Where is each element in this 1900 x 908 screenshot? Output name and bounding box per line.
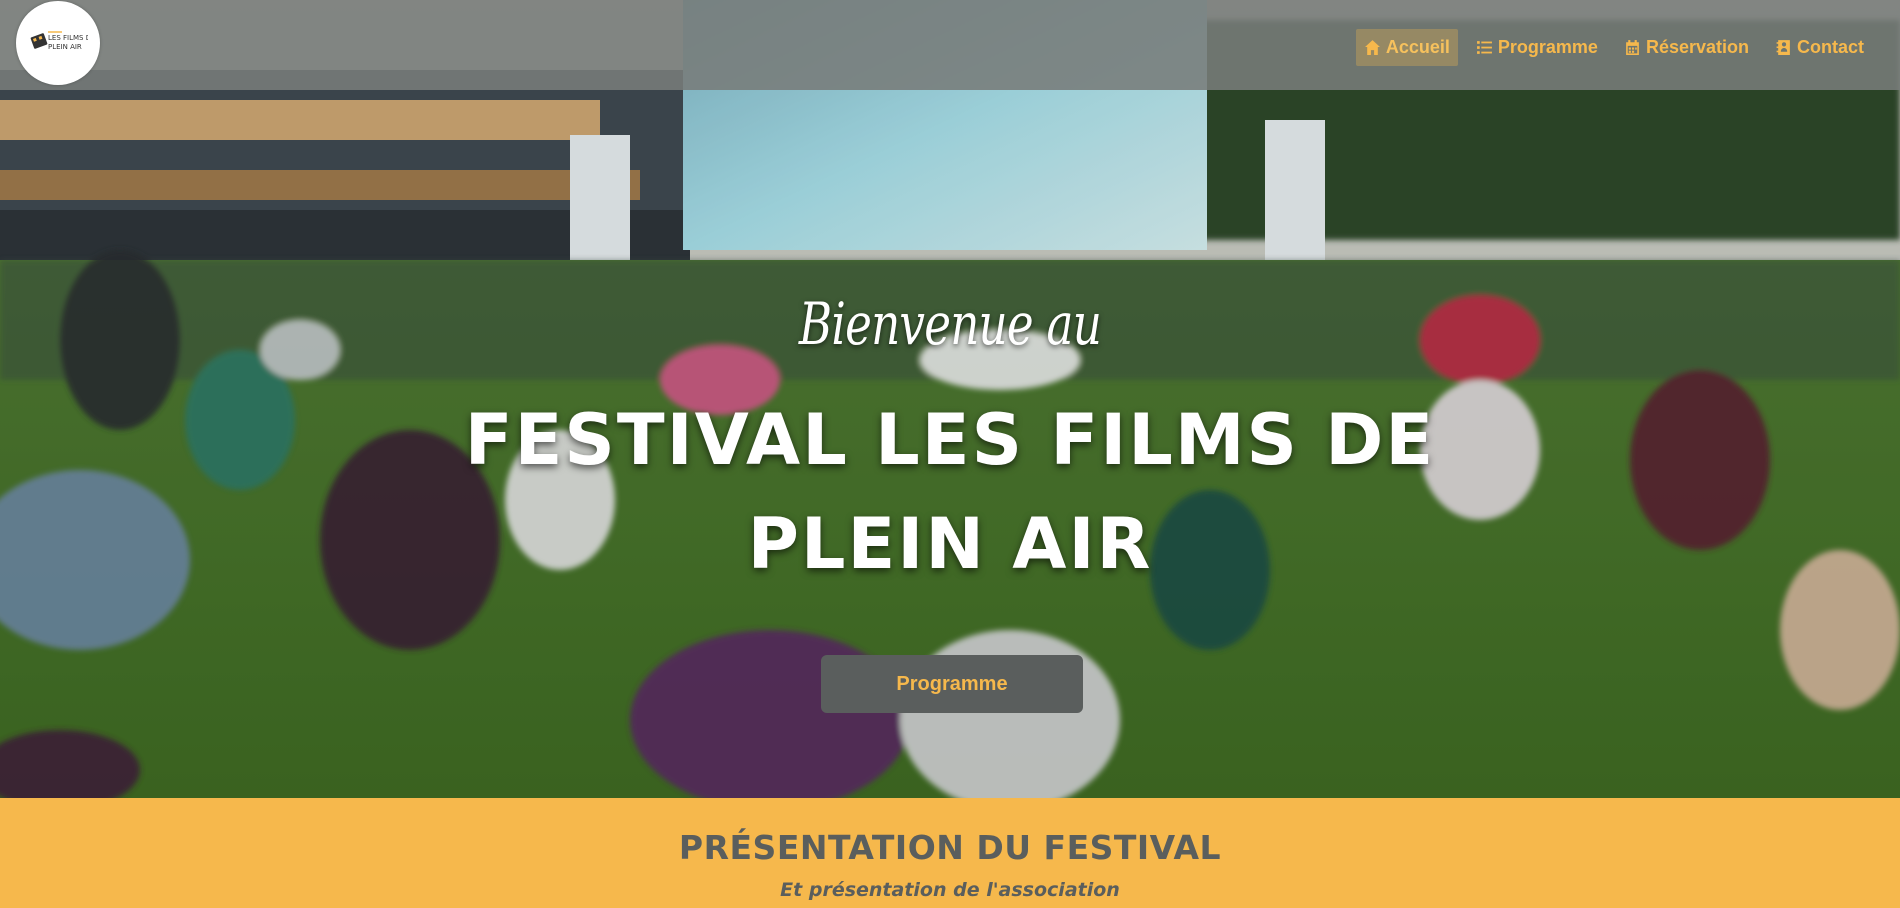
nav-item-contact[interactable]: Contact xyxy=(1767,29,1872,66)
nav-item-label: Programme xyxy=(1497,37,1598,57)
nav-item-reservation[interactable]: Réservation xyxy=(1616,29,1757,66)
home-icon xyxy=(1364,40,1380,55)
presentation-subtitle: Et présentation de l'association xyxy=(780,879,1120,901)
programme-button[interactable]: Programme xyxy=(821,655,1083,713)
presentation-section: PRÉSENTATION DU FESTIVAL Et présentation… xyxy=(0,798,1900,908)
list-icon xyxy=(1476,41,1492,54)
hero-title: FESTIVAL LES FILMS DE PLEIN AIR xyxy=(464,399,1436,585)
hero-section: LES FILMS DE PLEIN AIR Accueil Programme… xyxy=(0,0,1900,798)
nav-item-accueil[interactable]: Accueil xyxy=(1355,29,1458,66)
nav-item-label: Accueil xyxy=(1385,37,1450,57)
nav-item-label: Contact xyxy=(1797,37,1864,57)
nav-item-programme[interactable]: Programme xyxy=(1468,29,1606,66)
navbar: LES FILMS DE PLEIN AIR Accueil Programme… xyxy=(0,0,1900,90)
nav-item-label: Réservation xyxy=(1645,37,1749,57)
presentation-title: PRÉSENTATION DU FESTIVAL xyxy=(678,828,1222,867)
contact-card-icon xyxy=(1776,40,1790,55)
main-nav: Accueil Programme Réservation Contact xyxy=(1355,29,1872,66)
page: LES FILMS DE PLEIN AIR Accueil Programme… xyxy=(0,0,1900,908)
hero-welcome-text: Bienvenue au xyxy=(798,290,1102,358)
svg-text:PLEIN AIR: PLEIN AIR xyxy=(48,43,82,51)
calendar-icon xyxy=(1626,40,1639,55)
site-logo[interactable]: LES FILMS DE PLEIN AIR xyxy=(16,1,100,85)
film-logo-icon: LES FILMS DE PLEIN AIR xyxy=(30,31,88,51)
svg-text:LES FILMS DE: LES FILMS DE xyxy=(48,34,88,42)
